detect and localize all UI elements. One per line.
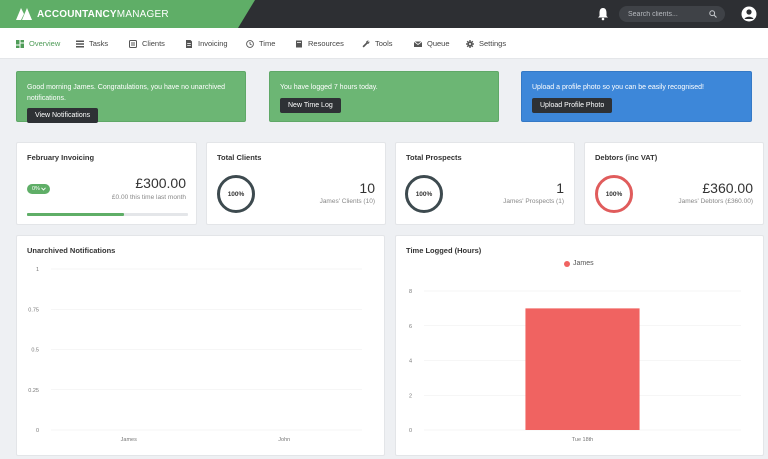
debtors-ring: 100% <box>595 175 633 213</box>
unarchived-notifications-card: Unarchived Notifications 1 0.75 0.5 0.25 0 Ja… <box>16 235 385 456</box>
clock-icon <box>246 39 254 48</box>
notifications-chart: 1 0.75 0.5 0.25 0 James John <box>28 267 362 443</box>
y-tick-label: 0.25 <box>28 388 39 394</box>
chevron-down-icon <box>41 187 46 191</box>
card-title: February Invoicing <box>27 153 95 162</box>
y-tick-label: 0.75 <box>28 307 39 313</box>
list-icon <box>76 40 84 47</box>
top-bar: ACCOUNTANCYMANAGER <box>0 0 768 28</box>
clients-icon <box>129 39 137 48</box>
debtors-value: £360.00 <box>702 180 753 196</box>
clients-sub: James' Clients (10) <box>319 198 375 205</box>
bar[interactable] <box>525 308 640 430</box>
bell-icon[interactable] <box>597 7 609 21</box>
dashboard-icon <box>16 39 24 48</box>
prospects-sub: James' Prospects (1) <box>503 198 564 205</box>
time-logged-card: Time Logged (Hours) James 8 6 4 2 0 Tue 18th <box>395 235 764 456</box>
x-tick-label: John <box>278 437 290 443</box>
nav-tasks[interactable]: Tasks <box>76 28 108 59</box>
brand[interactable]: ACCOUNTANCYMANAGER <box>0 0 255 28</box>
card-title: Total Prospects <box>406 153 462 162</box>
new-time-log-button[interactable]: New Time Log <box>280 98 341 113</box>
nav-clients[interactable]: Clients <box>129 28 165 59</box>
debtors-sub: James' Debtors (£360.00) <box>678 198 753 205</box>
time-banner: You have logged 7 hours today. New Time … <box>269 71 499 122</box>
y-tick-label: 4 <box>409 359 412 365</box>
y-tick-label: 0 <box>409 428 412 434</box>
prospects-value: 1 <box>556 180 564 196</box>
notifications-banner-text: Good morning James. Congratulations, you… <box>27 84 226 102</box>
february-invoicing-card[interactable]: February Invoicing 0% £300.00 £0.00 this… <box>16 142 197 225</box>
y-tick-label: 0 <box>36 428 39 434</box>
view-notifications-button[interactable]: View Notifications <box>27 108 99 123</box>
nav-tools[interactable]: Tools <box>362 28 393 59</box>
wrench-icon <box>362 40 370 47</box>
y-tick-label: 2 <box>409 393 412 399</box>
search-input[interactable] <box>628 8 708 20</box>
y-tick-label: 1 <box>36 267 39 273</box>
search-icon[interactable] <box>709 10 717 18</box>
mail-icon <box>414 40 422 47</box>
x-tick-label: Tue 18th <box>572 437 594 443</box>
change-badge: 0% <box>27 184 50 194</box>
nav-overview[interactable]: Overview <box>16 28 60 59</box>
nav-settings[interactable]: Settings <box>466 28 506 59</box>
brand-name: ACCOUNTANCYMANAGER <box>37 8 169 20</box>
notifications-banner: Good morning James. Congratulations, you… <box>16 71 246 123</box>
total-prospects-card[interactable]: Total Prospects 100% 1 James' Prospects … <box>395 142 575 225</box>
y-tick-label: 6 <box>409 324 412 330</box>
y-tick-label: 0.5 <box>31 348 39 354</box>
invoicing-comparison: £0.00 this time last month <box>111 194 186 201</box>
main-nav: Overview Tasks Clients Invoicing Time Re… <box>0 28 768 59</box>
brand-logo-icon <box>16 8 32 20</box>
book-icon <box>296 40 302 47</box>
nav-resources[interactable]: Resources <box>295 28 344 59</box>
nav-queue[interactable]: Queue <box>414 28 450 59</box>
x-tick-label: James <box>121 437 137 443</box>
y-tick-label: 8 <box>409 289 412 295</box>
debtors-card[interactable]: Debtors (inc VAT) 100% £360.00 James' De… <box>584 142 764 225</box>
search-box <box>619 6 725 22</box>
time-logged-chart: 8 6 4 2 0 Tue 18th <box>409 289 741 443</box>
nav-time[interactable]: Time <box>246 28 275 59</box>
invoicing-progress <box>27 213 188 216</box>
photo-banner: Upload a profile photo so you can be eas… <box>521 71 752 122</box>
upload-profile-photo-button[interactable]: Upload Profile Photo <box>532 98 613 113</box>
photo-banner-text: Upload a profile photo so you can be eas… <box>532 84 704 91</box>
user-avatar-icon[interactable] <box>741 6 757 22</box>
nav-invoicing[interactable]: Invoicing <box>185 28 228 59</box>
invoice-icon <box>186 39 192 48</box>
clients-ring: 100% <box>217 175 255 213</box>
card-title: Debtors (inc VAT) <box>595 153 658 162</box>
clients-value: 10 <box>359 180 375 196</box>
card-title: Total Clients <box>217 153 262 162</box>
total-clients-card[interactable]: Total Clients 100% 10 James' Clients (10… <box>206 142 386 225</box>
time-banner-text: You have logged 7 hours today. <box>280 84 378 91</box>
invoicing-value: £300.00 <box>135 175 186 191</box>
gear-icon <box>466 39 474 48</box>
prospects-ring: 100% <box>405 175 443 213</box>
invoicing-progress-fill <box>27 213 124 216</box>
